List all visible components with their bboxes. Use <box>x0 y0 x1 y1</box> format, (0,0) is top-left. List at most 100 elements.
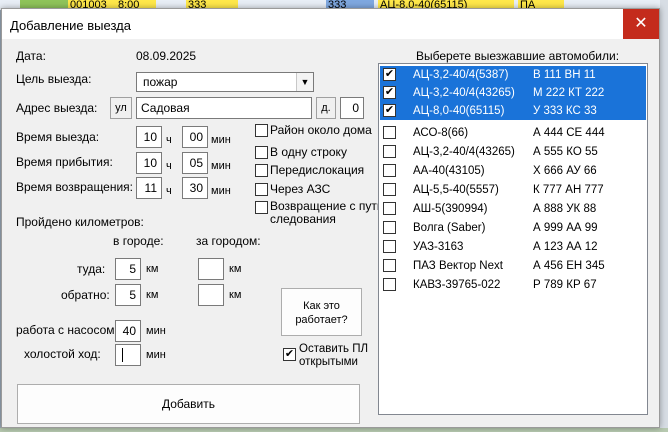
near-home-checkbox[interactable] <box>255 124 268 137</box>
minute-unit: мин <box>146 325 166 337</box>
arrival-minute-input[interactable]: 05 <box>182 152 208 174</box>
vehicle-checkbox[interactable] <box>383 164 396 177</box>
minute-unit: мин <box>211 185 231 197</box>
km-city-header: в городе: <box>113 234 164 248</box>
hour-unit: ч <box>166 134 172 146</box>
km-unit: км <box>146 263 159 275</box>
vehicle-row[interactable]: ПАЗ Вектор Next А 456 ЕН 345 <box>380 257 646 275</box>
vehicle-row[interactable]: ✔ АЦ-3,2-40/4(5387) В 111 ВН 11 <box>380 66 646 84</box>
close-button[interactable]: ✕ <box>623 9 659 39</box>
add-button-label: Добавить <box>161 397 216 411</box>
checkmark-icon: ✔ <box>384 104 395 116</box>
vehicle-row[interactable]: АЦ-3,2-40/4(43265) А 555 КО 55 <box>380 143 646 161</box>
km-outside-header: за городом: <box>196 234 261 248</box>
km-unit: км <box>229 289 242 301</box>
add-button[interactable]: Добавить <box>17 384 360 424</box>
departure-time-label: Время выезда: <box>16 130 100 144</box>
vehicle-name: АА-40(43105) <box>413 165 485 177</box>
vehicle-row[interactable]: АШ-5(390994) А 888 УК 88 <box>380 200 646 218</box>
date-value: 08.09.2025 <box>136 49 197 63</box>
purpose-label: Цель выезда: <box>16 72 92 86</box>
vehicle-name: АЦ-3,2-40/4(43265) <box>413 87 515 99</box>
vehicle-plate: А 123 АА 12 <box>533 241 598 253</box>
vehicle-plate: Х 666 АУ 66 <box>533 165 597 177</box>
vehicle-checkbox[interactable]: ✔ <box>383 86 396 99</box>
vehicle-row[interactable]: ✔ АЦ-3,2-40/4(43265) М 222 КТ 222 <box>380 84 646 102</box>
house-prefix: д. <box>316 97 336 119</box>
hour-unit: ч <box>166 160 172 172</box>
km-back-city-input[interactable]: 5 <box>115 284 141 306</box>
checkmark-icon: ✔ <box>384 86 395 98</box>
relocation-checkbox[interactable] <box>255 164 268 177</box>
street-prefix: ул <box>110 97 132 119</box>
vehicle-row[interactable]: Волга (Saber) А 999 АА 99 <box>380 219 646 237</box>
vehicle-name: УАЗ-3163 <box>413 241 464 253</box>
km-there-city-input[interactable]: 5 <box>115 258 141 280</box>
arrival-time-label: Время прибытия: <box>16 155 113 169</box>
vehicle-row[interactable]: ✔ АЦ-8,0-40(65115) У 333 КС 33 <box>380 102 646 120</box>
vehicle-name: ПАЗ Вектор Next <box>413 260 503 272</box>
background-edge <box>660 0 668 432</box>
hour-unit: ч <box>166 185 172 197</box>
checkmark-icon: ✔ <box>384 68 395 80</box>
vehicle-checkbox[interactable] <box>383 183 396 196</box>
checkmark-icon: ✔ <box>284 348 295 360</box>
one-line-checkbox[interactable] <box>255 146 268 159</box>
text-cursor <box>122 348 123 362</box>
vehicle-checkbox[interactable]: ✔ <box>383 68 396 81</box>
vehicle-checkbox[interactable] <box>383 221 396 234</box>
pump-input[interactable]: 40 <box>115 320 141 342</box>
km-there-outside-input[interactable] <box>198 258 224 280</box>
km-title: Пройдено километров: <box>16 215 144 229</box>
vehicle-checkbox[interactable] <box>383 259 396 272</box>
purpose-select[interactable]: пожар ▼ <box>136 72 314 92</box>
background-edge <box>0 428 668 432</box>
vehicle-row[interactable]: КАВЗ-39765-022 Р 789 КР 67 <box>380 276 646 294</box>
via-gas-station-label: Через АЗС <box>270 182 331 196</box>
vehicle-plate: У 333 КС 33 <box>533 105 597 117</box>
vehicle-checkbox[interactable]: ✔ <box>383 104 396 117</box>
vehicle-checkbox[interactable] <box>383 202 396 215</box>
vehicle-plate: А 555 КО 55 <box>533 146 598 158</box>
date-label: Дата: <box>16 49 46 63</box>
departure-minute-input[interactable]: 00 <box>182 126 208 148</box>
vehicle-checkbox[interactable] <box>383 145 396 158</box>
one-line-label: В одну строку <box>270 145 347 159</box>
vehicle-name: АЦ-3,2-40/4(43265) <box>413 146 515 158</box>
departure-hour-input[interactable]: 10 <box>136 126 162 148</box>
vehicle-plate: Р 789 КР 67 <box>533 279 597 291</box>
vehicle-name: АЦ-5,5-40(5557) <box>413 184 499 196</box>
street-input[interactable]: Садовая <box>136 97 312 119</box>
vehicle-plate: А 444 СЕ 444 <box>533 127 605 139</box>
how-it-works-button[interactable]: Как это работает? <box>281 288 362 336</box>
vehicle-checkbox[interactable] <box>383 278 396 291</box>
vehicle-name: АЦ-8,0-40(65115) <box>413 105 505 117</box>
vehicle-row[interactable]: УАЗ-3163 А 123 АА 12 <box>380 238 646 256</box>
vehicle-checkbox[interactable] <box>383 240 396 253</box>
via-gas-station-checkbox[interactable] <box>255 183 268 196</box>
purpose-value: пожар <box>143 75 178 89</box>
vehicle-row[interactable]: АСО-8(66) А 444 СЕ 444 <box>380 124 646 142</box>
vehicle-checkbox[interactable] <box>383 126 396 139</box>
km-back-label: обратно: <box>61 288 110 302</box>
vehicles-list[interactable]: ✔ АЦ-3,2-40/4(5387) В 111 ВН 11 ✔ АЦ-3,2… <box>378 63 648 415</box>
idle-input[interactable] <box>115 344 141 366</box>
house-input[interactable]: 0 <box>340 97 364 119</box>
arrival-hour-input[interactable]: 10 <box>136 152 162 174</box>
vehicle-name: АШ-5(390994) <box>413 203 488 215</box>
keep-open-checkbox[interactable]: ✔ <box>283 348 296 361</box>
minute-unit: мин <box>146 349 166 361</box>
km-back-outside-input[interactable] <box>198 284 224 306</box>
vehicle-row[interactable]: АА-40(43105) Х 666 АУ 66 <box>380 162 646 180</box>
return-minute-input[interactable]: 30 <box>182 177 208 199</box>
return-from-route-label: Возвращение с пути следования <box>270 199 384 226</box>
relocation-label: Передислокация <box>270 163 365 177</box>
vehicle-plate: К 777 АН 777 <box>533 184 604 196</box>
return-hour-input[interactable]: 11 <box>136 177 162 199</box>
return-from-route-checkbox[interactable] <box>255 201 268 214</box>
vehicle-plate: М 222 КТ 222 <box>533 87 605 99</box>
vehicle-plate: А 456 ЕН 345 <box>533 260 605 272</box>
vehicle-row[interactable]: АЦ-5,5-40(5557) К 777 АН 777 <box>380 181 646 199</box>
address-label: Адрес выезда: <box>16 101 98 115</box>
title-bar[interactable]: Добавление выезда ✕ <box>2 9 659 39</box>
